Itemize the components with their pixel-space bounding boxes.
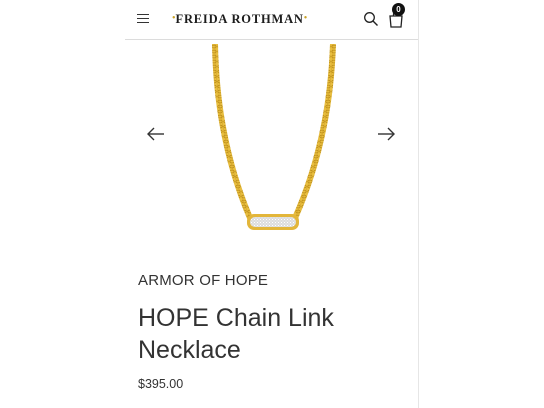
brand-logo[interactable]: • FREIDA ROTHMAN • bbox=[172, 11, 307, 27]
logo-text: FREIDA ROTHMAN bbox=[175, 11, 304, 26]
next-image-button[interactable] bbox=[375, 126, 397, 142]
previous-image-button[interactable] bbox=[145, 126, 167, 142]
search-button[interactable] bbox=[363, 11, 379, 27]
cart-count-badge: 0 bbox=[392, 3, 405, 16]
product-collection: ARMOR OF HOPE bbox=[138, 272, 269, 289]
logo-dot-right: • bbox=[303, 13, 308, 24]
site-header: • FREIDA ROTHMAN • 0 bbox=[125, 0, 418, 40]
search-icon bbox=[364, 12, 378, 26]
left-margin bbox=[0, 0, 125, 408]
product-image-gallery bbox=[125, 40, 418, 240]
product-title: HOPE Chain Link Necklace bbox=[138, 304, 334, 364]
arrow-right-icon bbox=[378, 127, 395, 141]
product-price: $395.00 bbox=[138, 377, 184, 391]
menu-button[interactable] bbox=[137, 11, 151, 25]
arrow-left-icon bbox=[147, 127, 164, 141]
product-page: • FREIDA ROTHMAN • 0 ARMOR OF HOPE HOPE … bbox=[125, 0, 418, 408]
right-margin bbox=[418, 0, 544, 408]
hamburger-menu-icon bbox=[137, 14, 149, 16]
product-image-necklace[interactable] bbox=[205, 44, 340, 236]
